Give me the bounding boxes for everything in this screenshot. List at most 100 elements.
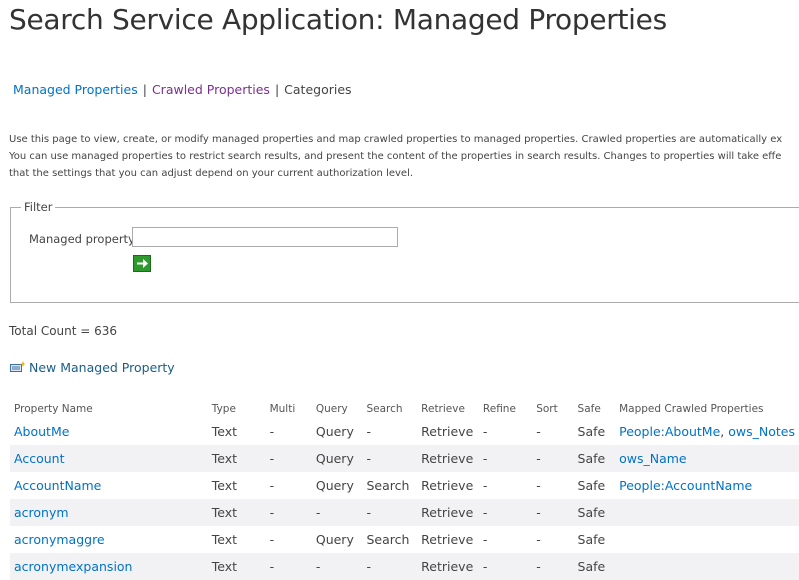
table-row: acronym Text - - - Retrieve - - Safe [10, 499, 799, 526]
managed-properties-table: Property Name Type Multi Query Search Re… [10, 400, 799, 580]
search-cell: Search [366, 532, 410, 547]
refine-cell: - [478, 553, 533, 580]
property-name-link[interactable]: Account [14, 451, 64, 466]
sort-cell: - [536, 532, 541, 547]
table-row: AccountName Text - Query Search Retrieve… [10, 472, 799, 499]
retrieve-cell: Retrieve [421, 532, 474, 547]
sort-cell: - [532, 445, 574, 472]
type-cell: Text [211, 424, 238, 439]
table-row: acronymexpansion Text - - - Retrieve - -… [10, 553, 799, 580]
property-name-link[interactable]: AboutMe [14, 424, 69, 439]
refine-cell: - [478, 499, 533, 526]
nav-categories: Categories [284, 82, 352, 97]
retrieve-cell: Retrieve [417, 499, 479, 526]
search-cell: - [362, 553, 418, 580]
property-name-link[interactable]: acronymaggre [14, 532, 105, 547]
refine-cell: - [478, 445, 533, 472]
multi-cell: - [269, 478, 275, 493]
nav-separator: | [142, 82, 147, 97]
safe-cell: Safe [577, 532, 606, 547]
query-cell: - [311, 499, 363, 526]
refine-cell: - [482, 424, 488, 439]
column-header-multi: Multi [269, 403, 296, 415]
safe-cell: Safe [577, 424, 606, 439]
table-row: Account Text - Query - Retrieve - - Safe… [10, 445, 799, 472]
sort-cell: - [532, 499, 574, 526]
new-managed-property-link[interactable]: New Managed Property [10, 360, 175, 376]
type-cell: Text [207, 553, 266, 580]
multi-cell: - [269, 532, 275, 547]
new-managed-property-label: New Managed Property [29, 360, 175, 375]
property-name-link[interactable]: acronym [14, 505, 69, 520]
search-cell: Search [366, 478, 410, 493]
sort-cell: - [536, 424, 541, 439]
refine-cell: - [482, 478, 488, 493]
query-cell: Query [315, 532, 354, 547]
retrieve-cell: Retrieve [417, 445, 479, 472]
safe-cell: Safe [577, 478, 606, 493]
multi-cell: - [265, 445, 312, 472]
sort-cell: - [532, 553, 574, 580]
filter-go-button[interactable] [133, 255, 151, 272]
safe-cell: Safe [573, 499, 616, 526]
nav-managed-properties-link[interactable]: Managed Properties [13, 82, 138, 97]
search-cell: - [362, 499, 418, 526]
search-cell: - [362, 445, 418, 472]
description-line: You can use managed properties to restri… [9, 151, 782, 162]
type-cell: Text [211, 532, 238, 547]
sort-cell: - [536, 478, 541, 493]
new-item-icon [10, 361, 26, 376]
safe-cell: Safe [573, 553, 616, 580]
retrieve-cell: Retrieve [421, 478, 474, 493]
search-cell: - [366, 424, 371, 439]
description-line: that the settings that you can adjust de… [9, 168, 414, 179]
mapped-crawled-properties-cell: ows_Name [615, 445, 799, 472]
mapped-crawled-property-link[interactable]: ows_Notes [728, 424, 795, 439]
column-header-retrieve: Retrieve [421, 403, 465, 415]
multi-cell: - [265, 499, 312, 526]
mapped-crawled-property-link[interactable]: People:AccountName [619, 478, 752, 493]
mapped-crawled-properties-cell: People:AccountName [615, 472, 799, 499]
multi-cell: - [265, 553, 312, 580]
column-header-safe: Safe [577, 403, 601, 415]
safe-cell: Safe [573, 445, 616, 472]
managed-property-label: Managed property [29, 232, 135, 246]
column-header-search: Search [366, 403, 403, 415]
column-header-mapped-crawled-properties: Mapped Crawled Properties [619, 403, 764, 415]
type-cell: Text [207, 499, 266, 526]
arrow-right-icon [137, 259, 148, 268]
query-cell: Query [315, 478, 354, 493]
column-header-sort: Sort [536, 403, 558, 415]
mapped-crawled-property-link[interactable]: People:AboutMe [619, 424, 720, 439]
column-header-type: Type [211, 403, 236, 415]
filter-legend: Filter [21, 200, 56, 214]
mapped-crawled-properties-cell [615, 553, 799, 580]
mapped-crawled-properties-cell [615, 499, 799, 526]
table-header-row: Property Name Type Multi Query Search Re… [10, 400, 799, 418]
multi-cell: - [269, 424, 275, 439]
column-header-refine: Refine [482, 403, 516, 415]
query-cell: Query [315, 424, 354, 439]
description-line: Use this page to view, create, or modify… [9, 134, 783, 145]
page-description: Use this page to view, create, or modify… [9, 131, 799, 182]
query-cell: - [311, 553, 363, 580]
property-nav: Managed Properties | Crawled Properties | Ca… [13, 82, 352, 97]
mapped-crawled-property-link[interactable]: ows_Name [619, 451, 687, 466]
mapped-crawled-properties-cell [615, 526, 799, 553]
retrieve-cell: Retrieve [417, 553, 479, 580]
query-cell: Query [311, 445, 363, 472]
property-name-link[interactable]: AccountName [14, 478, 101, 493]
refine-cell: - [482, 532, 488, 547]
nav-crawled-properties-link[interactable]: Crawled Properties [152, 82, 270, 97]
managed-property-input[interactable] [132, 227, 398, 247]
column-header-property-name: Property Name [14, 403, 93, 415]
property-name-link[interactable]: acronymexpansion [14, 559, 132, 574]
filter-box: Filter Managed property [10, 200, 799, 303]
retrieve-cell: Retrieve [421, 424, 474, 439]
total-count: Total Count = 636 [9, 324, 118, 338]
nav-separator: | [274, 82, 280, 97]
type-cell: Text [207, 445, 266, 472]
page-title: Search Service Application: Managed Prop… [9, 3, 667, 36]
mapped-crawled-properties-cell: People:AboutMe, ows_Notes [619, 424, 795, 439]
type-cell: Text [211, 478, 238, 493]
